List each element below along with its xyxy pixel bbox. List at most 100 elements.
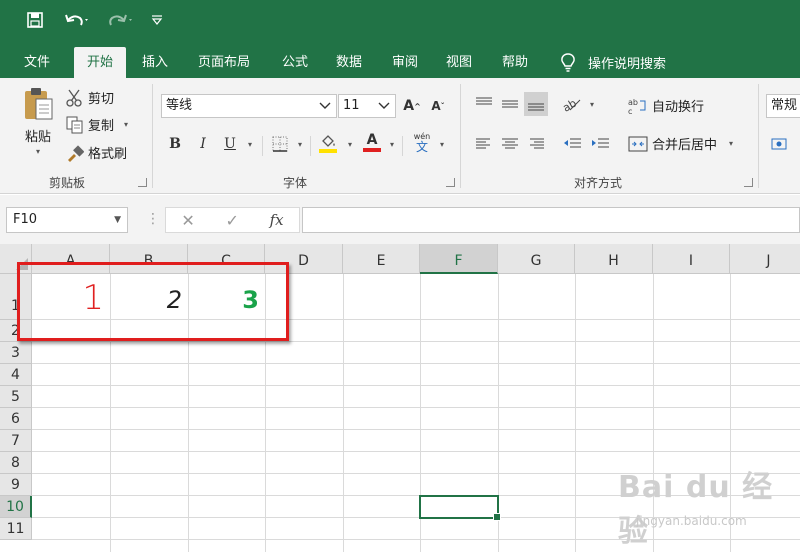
row-header-6[interactable]: 6 xyxy=(0,408,32,430)
grow-font-button[interactable]: A ^ xyxy=(400,94,424,118)
tab-insert[interactable]: 插入 xyxy=(130,47,180,78)
column-header-f[interactable]: F xyxy=(420,244,498,274)
align-left-icon[interactable] xyxy=(472,132,496,156)
bold-label: B xyxy=(169,136,181,152)
gridline xyxy=(32,363,800,364)
gridline xyxy=(575,274,576,552)
grow-font-caret-icon: ^ xyxy=(414,101,421,111)
column-header-h[interactable]: H xyxy=(575,244,653,274)
gridline xyxy=(32,341,800,342)
underline-button[interactable]: U xyxy=(218,132,242,156)
redo-icon[interactable] xyxy=(104,8,138,32)
row-header-4[interactable]: 4 xyxy=(0,364,32,386)
highlight-annotation-box xyxy=(17,262,289,341)
formula-input[interactable] xyxy=(302,207,800,233)
wrap-text-icon: abc xyxy=(628,98,646,115)
baidu-watermark-logo: Bai du 经验 xyxy=(618,470,774,549)
paste-button[interactable]: 粘贴 ▾ xyxy=(18,86,58,156)
font-launcher-icon[interactable] xyxy=(446,178,455,187)
align-bottom-icon[interactable] xyxy=(524,92,548,116)
cut-label: 剪切 xyxy=(88,92,115,107)
borders-dropdown-icon[interactable]: ▾ xyxy=(298,140,302,149)
customize-qat-icon[interactable] xyxy=(148,8,166,32)
row-header-3[interactable]: 3 xyxy=(0,342,32,364)
chevron-down-icon xyxy=(377,95,391,126)
column-header-e[interactable]: E xyxy=(343,244,420,274)
row-header-11[interactable]: 11 xyxy=(0,518,32,540)
align-right-icon[interactable] xyxy=(524,132,548,156)
selected-cell-f10[interactable] xyxy=(419,495,501,521)
insert-function-icon[interactable]: fx xyxy=(270,211,284,229)
decrease-indent-icon[interactable] xyxy=(560,132,584,156)
row-header-9[interactable]: 9 xyxy=(0,474,32,496)
tab-page-layout[interactable]: 页面布局 xyxy=(186,47,262,78)
tab-help[interactable]: 帮助 xyxy=(490,47,540,78)
row-header-10[interactable]: 10 xyxy=(0,496,32,518)
tell-me-search[interactable]: 操作说明搜索 xyxy=(560,47,666,78)
align-center-icon[interactable] xyxy=(498,132,522,156)
tab-home[interactable]: 开始 xyxy=(74,47,126,78)
row-header-7[interactable]: 7 xyxy=(0,430,32,452)
gridline xyxy=(32,407,800,408)
format-painter-button[interactable]: 格式刷 xyxy=(66,143,127,162)
copy-dropdown-icon[interactable]: ▾ xyxy=(124,120,128,129)
column-header-g[interactable]: G xyxy=(498,244,575,274)
font-color-dropdown-icon[interactable]: ▾ xyxy=(390,140,394,149)
borders-icon[interactable] xyxy=(268,132,292,156)
clipboard-icon xyxy=(25,88,53,120)
tab-file[interactable]: 文件 xyxy=(12,47,62,78)
clipboard-group-label: 剪贴板 xyxy=(48,176,85,190)
phonetic-dropdown-icon[interactable]: ▾ xyxy=(440,140,444,149)
drag-handle-icon[interactable]: ⋮ xyxy=(146,211,160,227)
group-divider xyxy=(152,84,153,188)
column-header-i[interactable]: I xyxy=(653,244,730,274)
font-size-select[interactable]: 11 xyxy=(338,94,396,118)
align-middle-icon[interactable] xyxy=(498,92,522,116)
baidu-watermark-url: jingyan.baidu.com xyxy=(636,514,747,528)
tab-data[interactable]: 数据 xyxy=(324,47,374,78)
scissors-icon xyxy=(66,89,82,107)
cancel-icon[interactable]: ✕ xyxy=(181,211,194,230)
paste-label: 粘贴 xyxy=(24,130,51,145)
fill-color-dropdown-icon[interactable]: ▾ xyxy=(348,140,352,149)
clipboard-launcher-icon[interactable] xyxy=(138,178,147,187)
ribbon-tab-bar: 文件 开始 插入 页面布局 公式 数据 审阅 视图 帮助 操作说明搜索 xyxy=(0,42,800,78)
copy-button[interactable]: 复制 ▾ xyxy=(66,115,128,134)
increase-indent-icon[interactable] xyxy=(588,132,612,156)
bold-button[interactable]: B xyxy=(163,132,187,156)
name-box[interactable]: F10 ▼ xyxy=(6,207,128,233)
tab-review[interactable]: 审阅 xyxy=(380,47,430,78)
enter-icon[interactable]: ✓ xyxy=(225,211,238,230)
phonetic-guide-button[interactable]: wén 文 xyxy=(410,130,434,154)
chevron-down-icon[interactable]: ▼ xyxy=(114,208,121,232)
row-header-8[interactable]: 8 xyxy=(0,452,32,474)
accounting-format-icon[interactable] xyxy=(768,132,792,156)
undo-icon[interactable] xyxy=(60,8,94,32)
orientation-icon[interactable]: ab xyxy=(560,92,584,116)
row-header-5[interactable]: 5 xyxy=(0,386,32,408)
merge-dropdown-icon[interactable]: ▾ xyxy=(729,139,733,148)
column-header-j[interactable]: J xyxy=(730,244,800,274)
divider xyxy=(262,136,263,156)
paste-dropdown-icon[interactable]: ▾ xyxy=(36,147,40,156)
alignment-launcher-icon[interactable] xyxy=(744,178,753,187)
orientation-dropdown-icon[interactable]: ▾ xyxy=(590,100,594,109)
underline-dropdown-icon[interactable]: ▾ xyxy=(248,140,252,149)
paintbrush-icon xyxy=(68,144,84,162)
font-name-select[interactable]: 等线 xyxy=(161,94,337,118)
fill-color-icon[interactable] xyxy=(316,132,340,156)
name-box-value: F10 xyxy=(13,212,38,227)
shrink-font-button[interactable]: Aˇ xyxy=(426,94,450,118)
font-color-icon[interactable]: A xyxy=(360,130,384,154)
phonetic-bottom: 文 xyxy=(415,140,428,154)
tab-view[interactable]: 视图 xyxy=(434,47,484,78)
tab-formulas[interactable]: 公式 xyxy=(270,47,320,78)
align-top-icon[interactable] xyxy=(472,92,496,116)
save-icon[interactable] xyxy=(24,8,46,32)
group-divider xyxy=(758,84,759,188)
cut-button[interactable]: 剪切 xyxy=(66,88,114,107)
italic-button[interactable]: I xyxy=(191,132,215,156)
wrap-text-button[interactable]: ab c 自动换行 xyxy=(628,96,704,116)
merge-center-button[interactable]: 合并后居中 ▾ xyxy=(628,134,733,153)
number-format-select[interactable]: 常规 xyxy=(766,94,800,118)
